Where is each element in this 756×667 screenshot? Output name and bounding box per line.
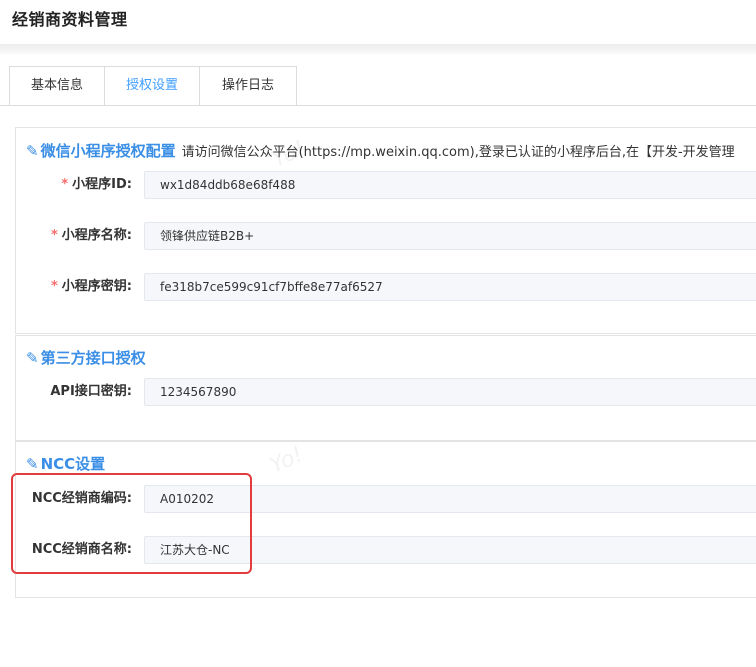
app-name-label: * 小程序名称: xyxy=(50,228,132,243)
api-section-title: 第三方接口授权 xyxy=(40,349,146,367)
title-divider xyxy=(0,44,756,54)
app-secret-label: * 小程序密钥: xyxy=(50,279,132,294)
page-title: 经销商资料管理 xyxy=(12,10,128,29)
wechat-section-header: ✎ 微信小程序授权配置 请访问微信公众平台(https://mp.weixin.qq… xyxy=(26,140,735,161)
tab-basic-info[interactable]: 基本信息 xyxy=(9,66,105,105)
form-row-appid: * 小程序ID: wx1d84ddb68e68f488 xyxy=(16,171,756,199)
wechat-section-title: 微信小程序授权配置 xyxy=(40,142,176,160)
edit-icon: ✎ xyxy=(26,455,39,473)
appid-label: * 小程序ID: xyxy=(61,177,132,192)
api-auth-panel: ✎ 第三方接口授权 API接口密钥: 1234567890 xyxy=(15,335,756,441)
app-name-input[interactable]: 领锋供应链B2B+ xyxy=(144,222,756,250)
edit-icon: ✎ xyxy=(26,349,39,367)
api-key-input[interactable]: 1234567890 xyxy=(144,378,756,406)
edit-icon: ✎ xyxy=(26,142,39,160)
tab-underline xyxy=(0,105,756,106)
ncc-section-title: NCC设置 xyxy=(40,455,106,473)
wechat-auth-panel: ✎ 微信小程序授权配置 请访问微信公众平台(https://mp.weixin.qq… xyxy=(15,127,756,334)
tab-auth-settings[interactable]: 授权设置 xyxy=(104,66,200,105)
title-bar: 经销商资料管理 xyxy=(0,0,756,44)
tab-bar: 基本信息 授权设置 操作日志 xyxy=(9,66,297,106)
api-key-label: API接口密钥: xyxy=(50,384,132,399)
api-section-header: ✎ 第三方接口授权 xyxy=(26,347,146,368)
appid-input[interactable]: wx1d84ddb68e68f488 xyxy=(144,171,756,199)
ncc-section-header: ✎ NCC设置 xyxy=(26,453,105,474)
wechat-section-description: 请访问微信公众平台(https://mp.weixin.qq.com),登录已认… xyxy=(181,145,735,160)
required-marker: * xyxy=(50,279,58,294)
form-row-app-secret: * 小程序密钥: fe318b7ce599c91cf7bffe8e77af6527 xyxy=(16,273,756,301)
required-marker: * xyxy=(50,228,58,243)
form-row-app-name: * 小程序名称: 领锋供应链B2B+ xyxy=(16,222,756,250)
annotation-highlight-box xyxy=(11,473,252,574)
app-secret-input[interactable]: fe318b7ce599c91cf7bffe8e77af6527 xyxy=(144,273,756,301)
tab-operation-log[interactable]: 操作日志 xyxy=(199,66,297,105)
form-row-api-key: API接口密钥: 1234567890 xyxy=(16,378,756,406)
required-marker: * xyxy=(61,177,69,192)
